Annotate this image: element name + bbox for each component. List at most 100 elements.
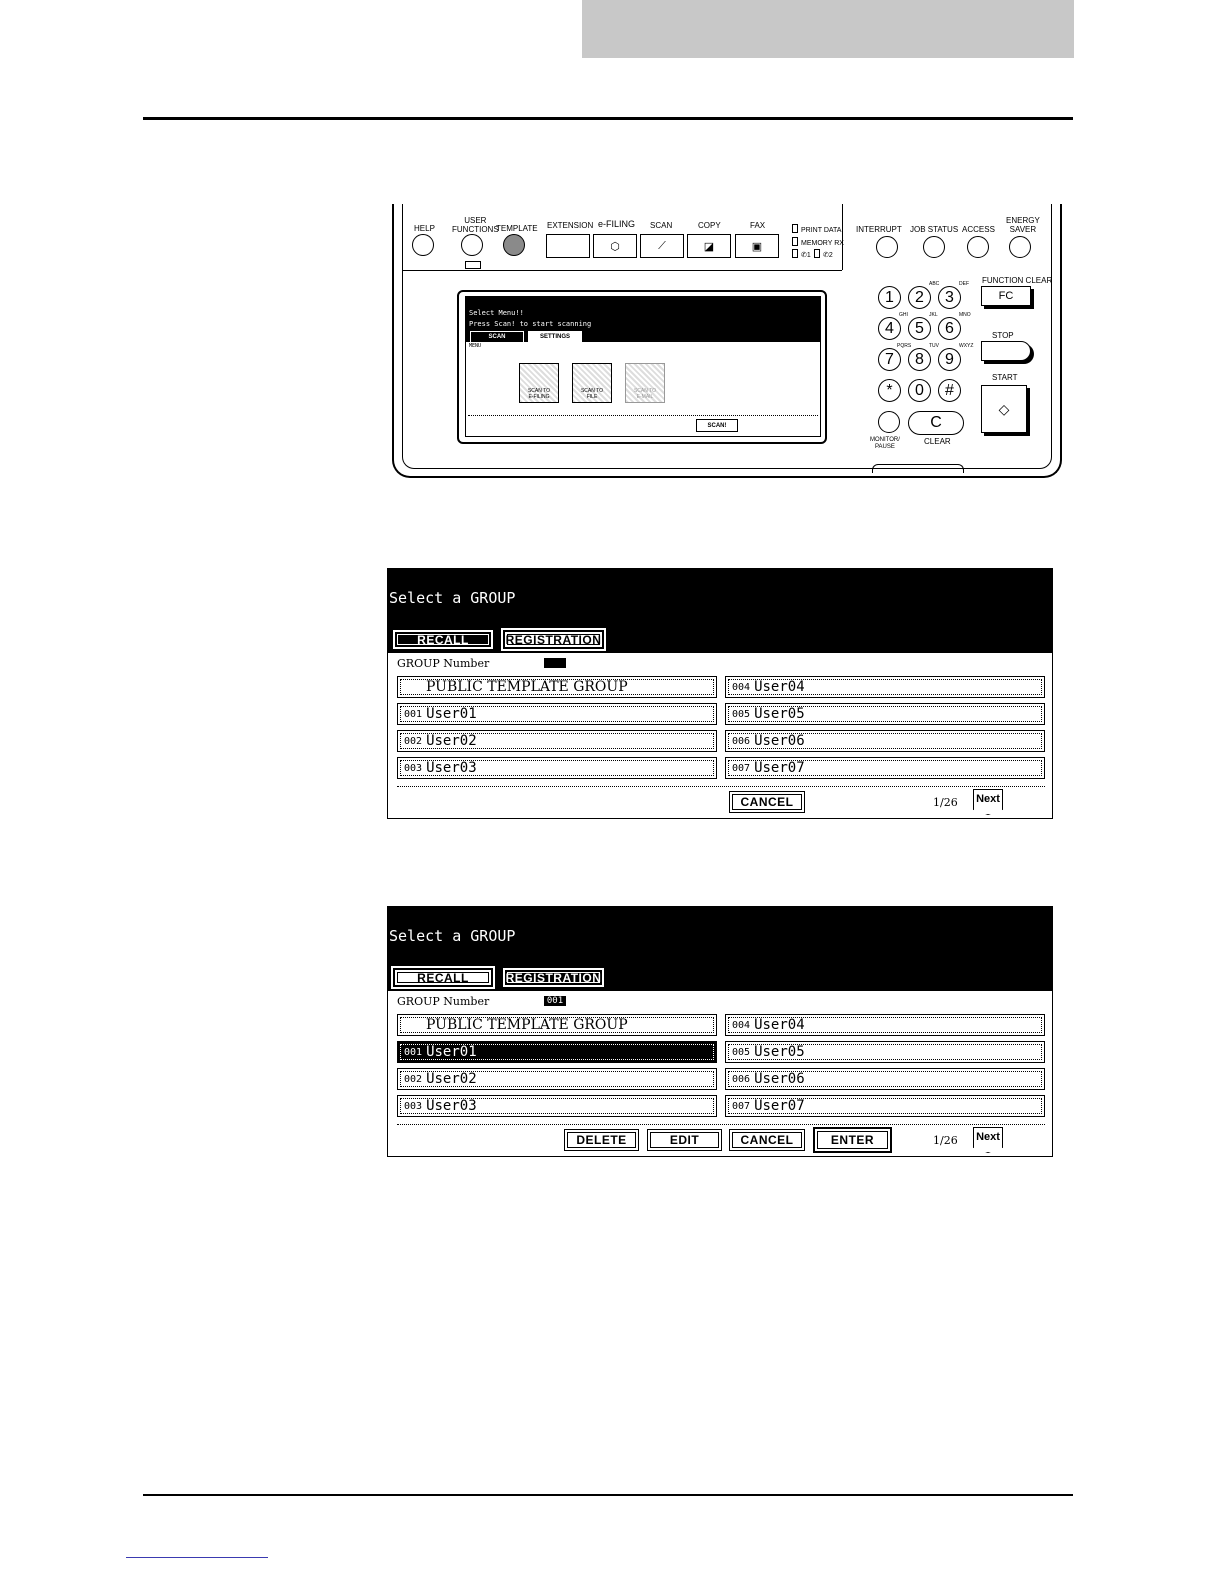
scan-to-efiling-button[interactable]: SCAN TO E-FILING — [519, 363, 559, 403]
group-user04[interactable]: 004 User04 — [725, 1014, 1045, 1036]
key-2[interactable]: 2 — [908, 286, 931, 309]
panel-divider — [402, 270, 842, 271]
key-star[interactable]: * — [878, 379, 901, 402]
key-6-letters: MNO — [959, 312, 971, 318]
lcd-line2: Press Scan! to start scanning — [469, 320, 592, 328]
interrupt-button[interactable] — [876, 236, 898, 258]
template-label: TEMPLATE — [496, 224, 538, 233]
group-user06[interactable]: 006 User06 — [725, 730, 1045, 752]
job-status-button[interactable] — [923, 236, 945, 258]
e-filing-label: e-FILING — [598, 219, 636, 229]
group-screen-registration: Select a GROUP RECALL REGISTRATION GROUP… — [387, 906, 1053, 1157]
key-9-letters: WXYZ — [959, 343, 974, 349]
scan-to-email-button[interactable]: SCAN TO E-MAIL — [625, 363, 665, 403]
line1-led: ✆1 — [792, 249, 811, 259]
delete-button[interactable]: DELETE — [564, 1129, 639, 1151]
tab-registration[interactable]: REGISTRATION — [503, 968, 604, 987]
access-button[interactable] — [967, 236, 989, 258]
key-4-letters: GHI — [899, 312, 908, 318]
fc-button[interactable]: FC — [981, 286, 1031, 306]
tab-recall[interactable]: RECALL — [393, 630, 493, 649]
extension-label: EXTENSION — [547, 221, 594, 230]
key-8-letters: TUV — [929, 343, 939, 349]
fax-label: FAX — [750, 221, 766, 230]
user-functions-indicator — [465, 261, 481, 269]
e-filing-button[interactable]: ⬡ — [593, 234, 637, 258]
group-user01-selected[interactable]: 001 User01 — [397, 1041, 717, 1063]
copy-button[interactable]: ◪ — [687, 234, 731, 258]
start-icon: ◇ — [998, 400, 1010, 417]
template-button[interactable] — [503, 234, 525, 256]
start-button[interactable]: ◇ — [981, 385, 1027, 433]
bottom-rule — [143, 1494, 1073, 1496]
group-user07[interactable]: 007 User07 — [725, 757, 1045, 779]
memory-rx-led: MEMORY RX — [792, 237, 844, 247]
key-4[interactable]: 4 — [878, 317, 901, 340]
lcd-scan-button[interactable]: SCAN! — [696, 419, 738, 432]
key-hash[interactable]: # — [938, 379, 961, 402]
key-7-letters: PQRS — [897, 343, 912, 349]
key-3-letters: DEF — [959, 281, 969, 287]
lcd-separator — [468, 415, 818, 416]
clear-button[interactable]: C — [908, 411, 964, 435]
key-1[interactable]: 1 — [878, 286, 901, 309]
key-6[interactable]: 6 — [938, 317, 961, 340]
extension-button[interactable] — [546, 234, 590, 258]
header-bar — [582, 0, 1074, 58]
key-2-letters: ABC — [929, 281, 940, 287]
key-3[interactable]: 3 — [938, 286, 961, 309]
control-panel: HELP USER FUNCTIONS TEMPLATE EXTENSION e… — [392, 204, 1062, 478]
print-data-led: PRINT DATA — [792, 224, 841, 234]
group-user06[interactable]: 006 User06 — [725, 1068, 1045, 1090]
stop-button[interactable] — [981, 341, 1031, 361]
group-user07[interactable]: 007 User07 — [725, 1095, 1045, 1117]
group-user02[interactable]: 002 User02 — [397, 730, 717, 752]
key-7[interactable]: 7 — [878, 348, 901, 371]
lcd-screen: Select Menu!! Press Scan! to start scann… — [465, 296, 821, 437]
fax-button[interactable]: ▣ — [735, 234, 779, 258]
group-public-template[interactable]: PUBLIC TEMPLATE GROUP — [397, 1014, 717, 1036]
lcd-tab-settings[interactable]: SETTINGS — [528, 331, 582, 343]
group-user03[interactable]: 003 User03 — [397, 1095, 717, 1117]
edit-button[interactable]: EDIT — [647, 1129, 722, 1151]
key-5[interactable]: 5 — [908, 317, 931, 340]
group-public-template[interactable]: PUBLIC TEMPLATE GROUP — [397, 676, 717, 698]
stop-label: STOP — [992, 331, 1014, 340]
screen-title: Select a GROUP — [389, 589, 516, 607]
group-user03[interactable]: 003 User03 — [397, 757, 717, 779]
lcd-line1: Select Menu!! — [469, 309, 524, 317]
key-8[interactable]: 8 — [908, 348, 931, 371]
key-0[interactable]: 0 — [908, 379, 931, 402]
monitor-pause-button[interactable] — [878, 411, 900, 433]
scan-label: SCAN — [650, 221, 673, 230]
user-functions-button[interactable] — [461, 234, 483, 256]
energy-saver-button[interactable] — [1009, 236, 1031, 258]
key-9[interactable]: 9 — [938, 348, 961, 371]
lcd-tab-scan[interactable]: SCAN — [470, 331, 524, 343]
screen-title: Select a GROUP — [389, 927, 516, 945]
lcd-menu-label: MENU — [469, 343, 482, 349]
help-label: HELP — [414, 224, 435, 233]
group-user01[interactable]: 001 User01 — [397, 703, 717, 725]
group-user02[interactable]: 002 User02 — [397, 1068, 717, 1090]
tab-registration[interactable]: REGISTRATION — [501, 628, 606, 651]
scan-to-file-button[interactable]: SCAN TO FILE — [572, 363, 612, 403]
scan-button[interactable]: ⟋ — [640, 234, 684, 258]
page-indicator: 1/26 — [933, 1134, 958, 1147]
cancel-button[interactable]: CANCEL — [729, 1129, 805, 1151]
next-button[interactable]: Next — [973, 1127, 1003, 1153]
line2-led: ✆2 — [814, 249, 833, 259]
panel-vdivider — [842, 204, 843, 270]
start-label: START — [992, 373, 1018, 382]
enter-button[interactable]: ENTER — [813, 1127, 892, 1153]
group-user04[interactable]: 004 User04 — [725, 676, 1045, 698]
next-button[interactable]: Next — [973, 789, 1003, 815]
cancel-button[interactable]: CANCEL — [729, 791, 805, 813]
tab-recall[interactable]: RECALL — [391, 966, 495, 989]
help-button[interactable] — [412, 234, 434, 256]
group-user05[interactable]: 005 User05 — [725, 1041, 1045, 1063]
group-user05[interactable]: 005 User05 — [725, 703, 1045, 725]
key-5-letters: JKL — [929, 312, 938, 318]
interrupt-label: INTERRUPT — [856, 225, 902, 234]
top-rule — [143, 117, 1073, 120]
